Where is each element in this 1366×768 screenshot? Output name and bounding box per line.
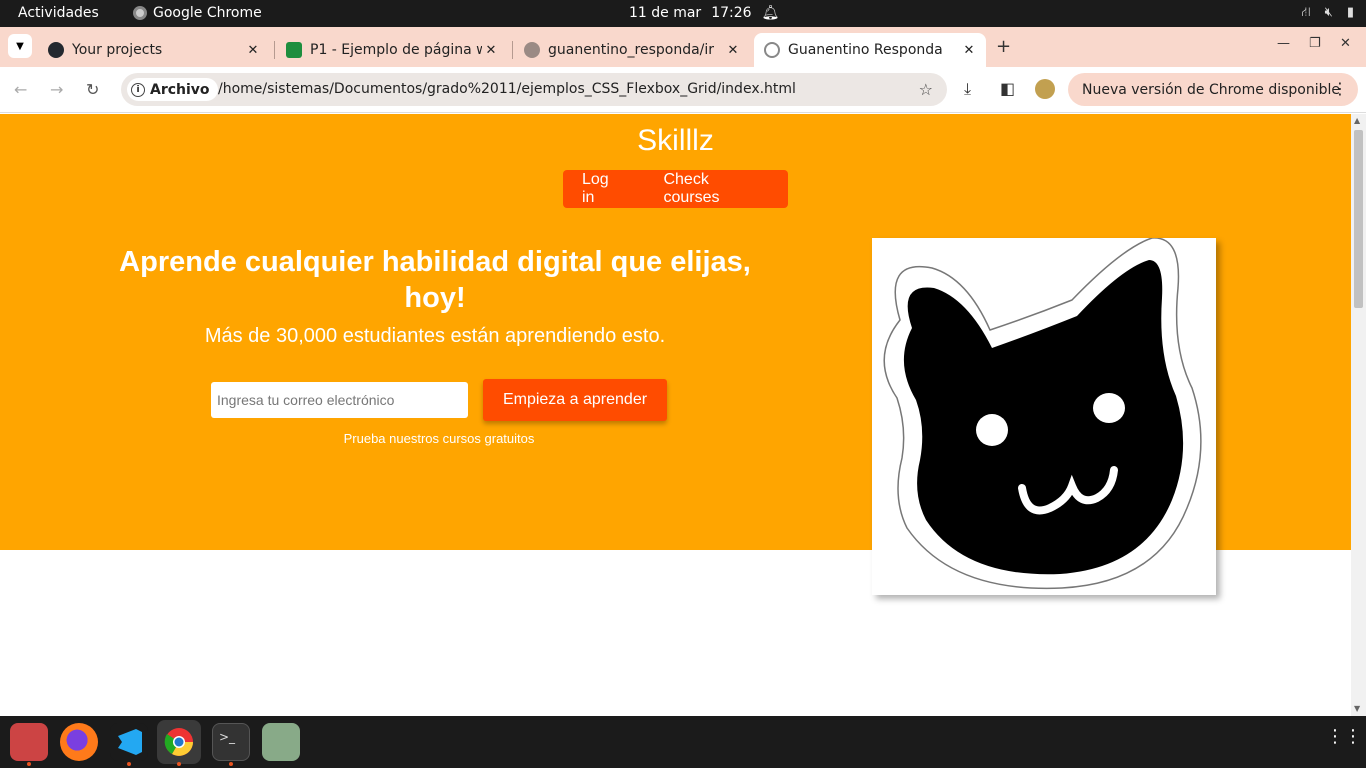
top-nav: Log in Check courses (563, 170, 788, 208)
classroom-icon (286, 42, 302, 58)
files-icon[interactable] (10, 723, 48, 761)
url-text[interactable]: /home/sistemas/Documentos/grado%2011/eje… (218, 81, 796, 97)
running-indicator (127, 762, 131, 766)
close-icon[interactable]: ✕ (482, 43, 500, 58)
scroll-down-icon[interactable]: ▼ (1354, 704, 1360, 713)
side-panel-icon[interactable]: ◧ (1000, 79, 1015, 98)
tab-guanentino-responda[interactable]: Guanentino Responda ✕ (754, 33, 986, 67)
tab-your-projects[interactable]: Your projects ✕ (38, 33, 270, 67)
site-info-label: Archivo (150, 81, 210, 98)
notification-bell-icon: 🔔︎ (761, 5, 780, 21)
tab-guanentino-repo[interactable]: guanentino_responda/ir ✕ (514, 33, 750, 67)
dock: >_ ⋮⋮⋮ (0, 716, 1366, 768)
github-icon (524, 42, 540, 58)
check-courses-link[interactable]: Check courses (644, 171, 788, 207)
scroll-up-icon[interactable]: ▲ (1354, 116, 1360, 125)
minimize-icon[interactable]: — (1277, 36, 1290, 51)
chrome-icon[interactable] (157, 720, 201, 764)
time-label: 17:26 (711, 5, 752, 21)
activities-button[interactable]: Actividades (18, 5, 99, 21)
profile-avatar[interactable] (1035, 79, 1055, 99)
scrollbar-thumb[interactable] (1354, 130, 1363, 308)
page-scrollbar[interactable]: ▲ ▼ (1351, 114, 1366, 716)
hero-subheadline: Más de 30,000 estudiantes están aprendie… (204, 325, 666, 347)
tab-title: Your projects (72, 42, 163, 58)
running-indicator (229, 762, 233, 766)
tab-search-button[interactable]: ▼ (8, 34, 32, 58)
brand-title: Skilllz (637, 124, 714, 157)
restore-icon[interactable]: ❐ (1309, 36, 1321, 51)
firefox-icon[interactable] (60, 723, 98, 761)
info-icon: i (131, 82, 145, 97)
email-input[interactable] (211, 382, 468, 418)
tab-title: P1 - Ejemplo de página w (310, 42, 482, 58)
vscode-icon[interactable] (110, 723, 148, 761)
chevron-down-icon: ▼ (16, 40, 24, 52)
globe-icon (764, 42, 780, 58)
bookmark-star-icon[interactable]: ☆ (919, 80, 933, 99)
close-icon[interactable]: ✕ (244, 43, 262, 58)
new-tab-plus-icon[interactable]: + (996, 36, 1011, 57)
tab-divider (274, 41, 275, 59)
site-info-chip[interactable]: i Archivo (127, 78, 218, 101)
running-indicator (27, 762, 31, 766)
address-bar[interactable]: i Archivo /home/sistemas/Documentos/grad… (121, 73, 947, 106)
chrome-update-button[interactable]: Nueva versión de Chrome disponible ⋮ (1068, 73, 1358, 106)
login-link[interactable]: Log in (563, 171, 644, 207)
network-icon: ⛙ (1301, 5, 1311, 20)
github-icon (48, 42, 64, 58)
close-icon[interactable]: ✕ (960, 43, 978, 58)
chrome-icon (133, 6, 147, 20)
tab-title: guanentino_responda/ir (548, 42, 715, 58)
date-label: 11 de mar (629, 5, 702, 21)
running-indicator (177, 762, 181, 766)
tab-title: Guanentino Responda (788, 42, 943, 58)
volume-muted-icon: 🔇︎ (1324, 5, 1333, 20)
page-viewport: Skilllz Log in Check courses Aprende cua… (0, 114, 1351, 716)
app-grid-icon[interactable]: ⋮⋮⋮ (1326, 726, 1366, 747)
start-learning-button[interactable]: Empieza a aprender (483, 379, 667, 421)
forward-arrow-icon[interactable]: → (50, 80, 63, 99)
download-icon[interactable]: ⤓ (964, 79, 971, 99)
trash-icon[interactable] (262, 723, 300, 761)
clock[interactable]: 11 de mar 17:26 🔔︎ (629, 5, 779, 21)
app-menu[interactable]: Google Chrome (133, 5, 262, 21)
cat-illustration (883, 237, 1202, 590)
tab-strip: ▼ Your projects ✕ P1 - Ejemplo de página… (0, 27, 1366, 67)
hero-headline: Aprende cualquier habilidad digital que … (119, 246, 751, 314)
terminal-icon[interactable]: >_ (212, 723, 250, 761)
system-top-bar: Actividades Google Chrome 11 de mar 17:2… (0, 0, 1366, 27)
free-courses-link[interactable]: Prueba nuestros cursos gratuitos (95, 431, 783, 446)
browser-toolbar: ← → ↻ i Archivo /home/sistemas/Documento… (0, 67, 1366, 113)
close-icon[interactable]: ✕ (724, 43, 742, 58)
back-arrow-icon[interactable]: ← (14, 80, 27, 99)
tab-p1-ejemplo[interactable]: P1 - Ejemplo de página w ✕ (276, 33, 508, 67)
reload-icon[interactable]: ↻ (86, 80, 99, 99)
system-tray[interactable]: ⛙ 🔇︎ ▮ (1302, 5, 1355, 22)
app-name: Google Chrome (153, 5, 262, 21)
more-menu-icon[interactable]: ⋮ (1332, 79, 1348, 98)
battery-icon: ▮ (1346, 5, 1354, 20)
window-close-icon[interactable]: ✕ (1340, 36, 1351, 51)
hero-image (872, 237, 1216, 595)
tab-divider (512, 41, 513, 59)
update-label: Nueva versión de Chrome disponible (1082, 81, 1340, 98)
